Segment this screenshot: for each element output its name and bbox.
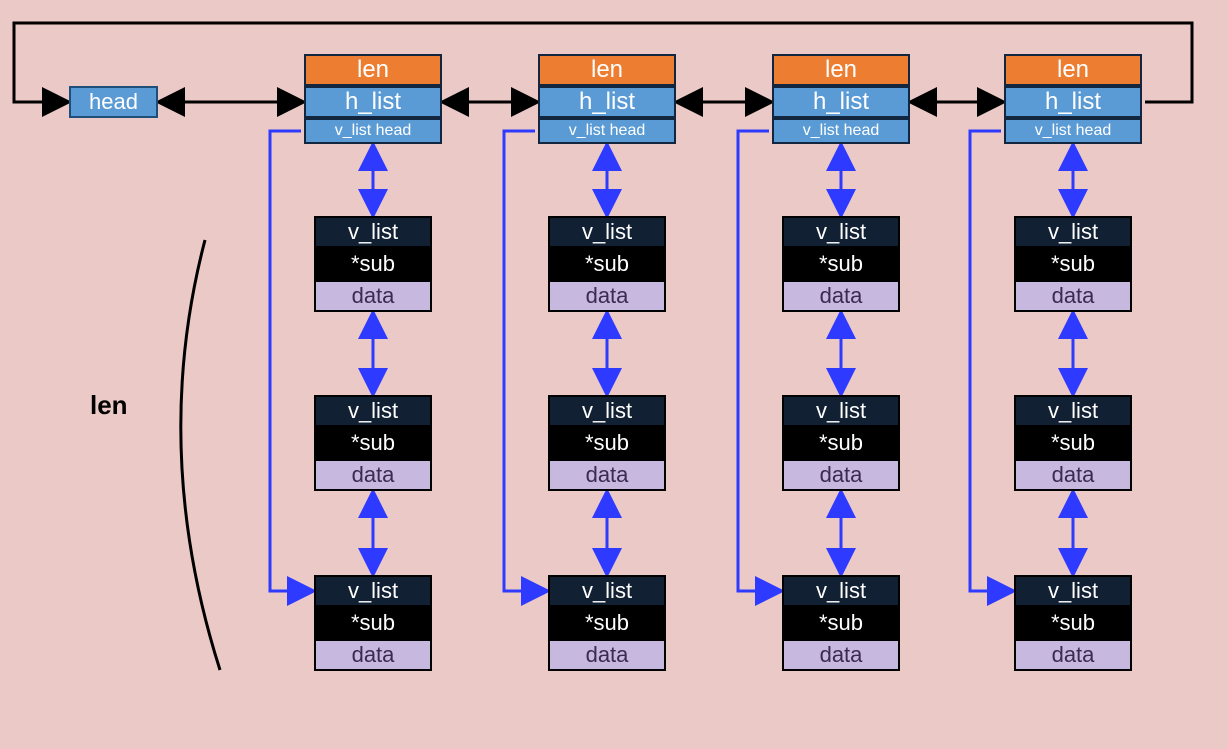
node-vlist: v_list xyxy=(548,395,666,427)
header-hlist: h_list xyxy=(538,86,676,118)
header-vlist-head: v_list head xyxy=(772,118,910,144)
node-vlist: v_list xyxy=(782,395,900,427)
node-sub: *sub xyxy=(782,248,900,280)
node-vlist: v_list xyxy=(1014,575,1132,607)
vnode: v_list *sub data xyxy=(314,395,432,491)
header-len: len xyxy=(538,54,676,86)
node-vlist: v_list xyxy=(1014,395,1132,427)
node-vlist: v_list xyxy=(314,216,432,248)
vnode: v_list *sub data xyxy=(782,395,900,491)
node-sub: *sub xyxy=(314,607,432,639)
header-hlist: h_list xyxy=(304,86,442,118)
vnode: v_list *sub data xyxy=(782,575,900,671)
node-vlist: v_list xyxy=(548,575,666,607)
node-data: data xyxy=(314,639,432,671)
node-data: data xyxy=(548,459,666,491)
node-sub: *sub xyxy=(1014,248,1132,280)
head-node: head xyxy=(69,86,158,118)
header-len: len xyxy=(772,54,910,86)
header-vlist-head: v_list head xyxy=(1004,118,1142,144)
node-vlist: v_list xyxy=(782,575,900,607)
node-vlist: v_list xyxy=(1014,216,1132,248)
node-sub: *sub xyxy=(314,427,432,459)
node-sub: *sub xyxy=(782,607,900,639)
node-vlist: v_list xyxy=(314,575,432,607)
node-vlist: v_list xyxy=(548,216,666,248)
header-vlist-head: v_list head xyxy=(304,118,442,144)
column-header: len h_list v_list head xyxy=(538,54,676,144)
node-sub: *sub xyxy=(1014,607,1132,639)
vnode: v_list *sub data xyxy=(782,216,900,312)
node-sub: *sub xyxy=(548,607,666,639)
head-label: head xyxy=(89,90,138,114)
vnode: v_list *sub data xyxy=(314,575,432,671)
node-data: data xyxy=(782,459,900,491)
node-sub: *sub xyxy=(548,248,666,280)
vnode: v_list *sub data xyxy=(548,575,666,671)
node-sub: *sub xyxy=(548,427,666,459)
node-vlist: v_list xyxy=(314,395,432,427)
node-sub: *sub xyxy=(782,427,900,459)
diagram-canvas: head len len h_list v_list head v_list *… xyxy=(0,0,1228,749)
node-data: data xyxy=(782,639,900,671)
node-data: data xyxy=(314,280,432,312)
node-sub: *sub xyxy=(314,248,432,280)
node-data: data xyxy=(1014,459,1132,491)
vnode: v_list *sub data xyxy=(548,395,666,491)
vnode: v_list *sub data xyxy=(314,216,432,312)
column-header: len h_list v_list head xyxy=(1004,54,1142,144)
header-hlist: h_list xyxy=(1004,86,1142,118)
node-data: data xyxy=(782,280,900,312)
node-sub: *sub xyxy=(1014,427,1132,459)
vnode: v_list *sub data xyxy=(1014,575,1132,671)
header-hlist: h_list xyxy=(772,86,910,118)
node-vlist: v_list xyxy=(782,216,900,248)
header-vlist-head: v_list head xyxy=(538,118,676,144)
vnode: v_list *sub data xyxy=(1014,395,1132,491)
node-data: data xyxy=(548,639,666,671)
node-data: data xyxy=(1014,280,1132,312)
column-header: len h_list v_list head xyxy=(772,54,910,144)
vnode: v_list *sub data xyxy=(548,216,666,312)
len-annotation: len xyxy=(90,390,128,421)
column-header: len h_list v_list head xyxy=(304,54,442,144)
node-data: data xyxy=(1014,639,1132,671)
header-len: len xyxy=(1004,54,1142,86)
node-data: data xyxy=(548,280,666,312)
vnode: v_list *sub data xyxy=(1014,216,1132,312)
header-len: len xyxy=(304,54,442,86)
node-data: data xyxy=(314,459,432,491)
